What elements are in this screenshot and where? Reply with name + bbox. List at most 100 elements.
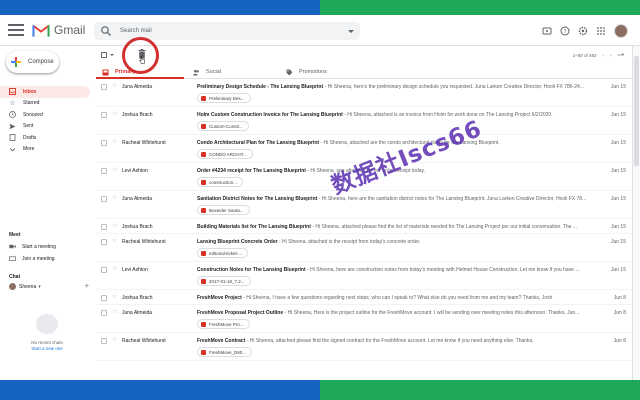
sidebar-item-label: Snoozed — [23, 111, 43, 118]
sidebar-item-snoozed[interactable]: Snoozed — [0, 109, 90, 121]
row-checkbox[interactable] — [101, 267, 107, 273]
scrollbar[interactable] — [632, 46, 640, 380]
background-bottom-left — [0, 380, 320, 400]
email-row[interactable]: ☆ Juna Almeida FreshMove Proposal Projec… — [96, 305, 632, 333]
attachment-chip[interactable]: FreshMove Pro... — [197, 319, 250, 329]
search-options-icon[interactable] — [348, 29, 354, 33]
row-checkbox[interactable] — [101, 112, 107, 118]
email-subject: FreshMove Contract — [197, 338, 246, 344]
email-row[interactable]: ☆ Levi Ashton Construction Notes for The… — [96, 262, 632, 290]
email-row[interactable]: ☆ Juna Almeida Preliminary Design Schedu… — [96, 79, 632, 107]
older-page-icon[interactable]: › — [610, 53, 612, 58]
no-chats-panel: No recent chats Start a new one — [22, 314, 72, 351]
inbox-icon — [9, 88, 16, 96]
email-sender: Juna Almeida — [122, 310, 153, 316]
star-icon[interactable]: ☆ — [112, 238, 117, 245]
attachment-chip[interactable]: Preliminary Des... — [197, 93, 251, 103]
menu-icon[interactable] — [8, 24, 24, 36]
attachment-name: Preliminary Des... — [209, 95, 245, 101]
star-icon[interactable]: ☆ — [112, 195, 117, 202]
star-icon[interactable]: ☆ — [112, 111, 117, 118]
email-subject: FreshMove Proposal Project Outline — [197, 310, 284, 316]
no-chats-text: No recent chats — [31, 340, 63, 345]
row-checkbox[interactable] — [101, 84, 107, 90]
join-meeting-link[interactable]: Join a meeting — [9, 255, 55, 262]
tab-label: Primary — [115, 69, 136, 75]
start-new-chat-link[interactable]: Start a new one — [22, 346, 72, 351]
star-icon[interactable]: ☆ — [112, 294, 117, 301]
select-options-icon[interactable] — [110, 54, 114, 56]
inbox-icon — [102, 69, 109, 75]
select-all-checkbox[interactable] — [101, 52, 107, 58]
email-row[interactable]: ☆ Racheal Whitehurst FreshMove Contract … — [96, 333, 632, 361]
star-icon[interactable]: ☆ — [112, 167, 117, 174]
attachment-name: editorial-ticket-... — [209, 250, 243, 256]
sidebar-item-more[interactable]: More — [0, 144, 90, 156]
sidebar-item-label: More — [23, 146, 35, 153]
tab-promotions[interactable]: Promotions — [286, 65, 327, 79]
email-subject: Lansing Blueprint Concrete Order — [197, 239, 278, 245]
avatar[interactable] — [614, 23, 628, 38]
apps-icon[interactable] — [542, 26, 552, 36]
pdf-icon — [201, 151, 206, 157]
attachment-chip[interactable]: FreshMove_D60... — [197, 347, 253, 357]
add-chat-icon[interactable]: + — [85, 283, 89, 290]
email-row[interactable]: ☆ Racheal Whitehurst Lansing Blueprint C… — [96, 234, 632, 262]
compose-button[interactable]: Compose — [6, 51, 59, 73]
row-checkbox[interactable] — [101, 196, 107, 202]
draft-icon — [9, 134, 16, 142]
row-checkbox[interactable] — [101, 295, 107, 301]
row-checkbox[interactable] — [101, 338, 107, 344]
sidebar-item-sent[interactable]: Sent — [0, 121, 90, 133]
tab-social[interactable]: Social — [193, 65, 221, 79]
chat-title: Chat — [9, 274, 21, 280]
pdf-icon — [201, 207, 206, 213]
gmail-logo[interactable]: Gmail — [32, 23, 85, 37]
attachment-chip[interactable]: CONDO ARCHIT... — [197, 149, 253, 159]
email-date: Jun 8 — [613, 295, 626, 301]
scrollbar-thumb[interactable] — [634, 56, 639, 166]
chat-user-caret-icon[interactable]: ▾ — [38, 284, 41, 290]
sidebar: Compose Inbox ☆ Starred Snoozed Sent Dra… — [0, 46, 96, 380]
row-checkbox[interactable] — [101, 140, 107, 146]
star-icon[interactable]: ☆ — [112, 223, 117, 230]
star-icon[interactable]: ☆ — [112, 337, 117, 344]
row-checkbox[interactable] — [101, 310, 107, 316]
star-icon[interactable]: ☆ — [112, 309, 117, 316]
email-preview: FreshMove Project - Hi Sheena, I have a … — [197, 295, 607, 301]
sidebar-item-inbox[interactable]: Inbox — [0, 86, 90, 98]
email-row[interactable]: ☆ Joshua Brach FreshMove Project - Hi Sh… — [96, 290, 632, 305]
star-icon[interactable]: ☆ — [112, 139, 117, 146]
star-icon[interactable]: ☆ — [112, 266, 117, 273]
sidebar-item-drafts[interactable]: Drafts — [0, 132, 90, 144]
star-icon[interactable]: ☆ — [112, 83, 117, 90]
chat-user-row[interactable]: Sheena ▾ + — [9, 283, 89, 290]
newer-page-icon[interactable]: ‹ — [602, 53, 604, 58]
email-snippet: - Hi Sheena, Here is the project outline… — [283, 310, 580, 316]
google-apps-icon[interactable] — [596, 26, 606, 36]
attachment-name: FreshMove_D60... — [209, 349, 247, 355]
row-checkbox[interactable] — [101, 239, 107, 245]
row-checkbox[interactable] — [101, 224, 107, 230]
email-date: Jun 15 — [610, 267, 626, 273]
start-meeting-link[interactable]: Start a meeting — [9, 243, 56, 250]
row-checkbox[interactable] — [101, 168, 107, 174]
background-bottom-right — [320, 380, 640, 400]
chevron-down-icon — [9, 147, 16, 152]
attachment-chip[interactable]: Boxeider Santa... — [197, 205, 250, 215]
search-icon[interactable] — [100, 25, 112, 37]
input-tools-icon[interactable]: ▭▾ — [617, 52, 624, 58]
attachment-chip[interactable]: editorial-ticket-... — [197, 248, 249, 258]
search-input[interactable]: Search mail — [120, 28, 348, 34]
star-icon: ☆ — [9, 100, 16, 108]
email-row[interactable]: ☆ Juna Almeida Sanitation District Notes… — [96, 191, 632, 219]
email-row[interactable]: ☆ Joshua Brach Holm Custom Construction … — [96, 107, 632, 135]
email-row[interactable]: ☆ Joshua Brach Building Materials list f… — [96, 219, 632, 234]
sidebar-item-starred[interactable]: ☆ Starred — [0, 98, 90, 110]
attachment-chip[interactable]: Custom-Constr... — [197, 121, 249, 131]
attachment-chip[interactable]: construction... — [197, 177, 244, 187]
email-preview: Lansing Blueprint Concrete Order - Hi Sh… — [197, 239, 607, 245]
settings-icon[interactable] — [578, 26, 588, 36]
help-icon[interactable]: ? — [560, 26, 570, 36]
attachment-chip[interactable]: 2017-01-18_7.2... — [197, 276, 251, 286]
